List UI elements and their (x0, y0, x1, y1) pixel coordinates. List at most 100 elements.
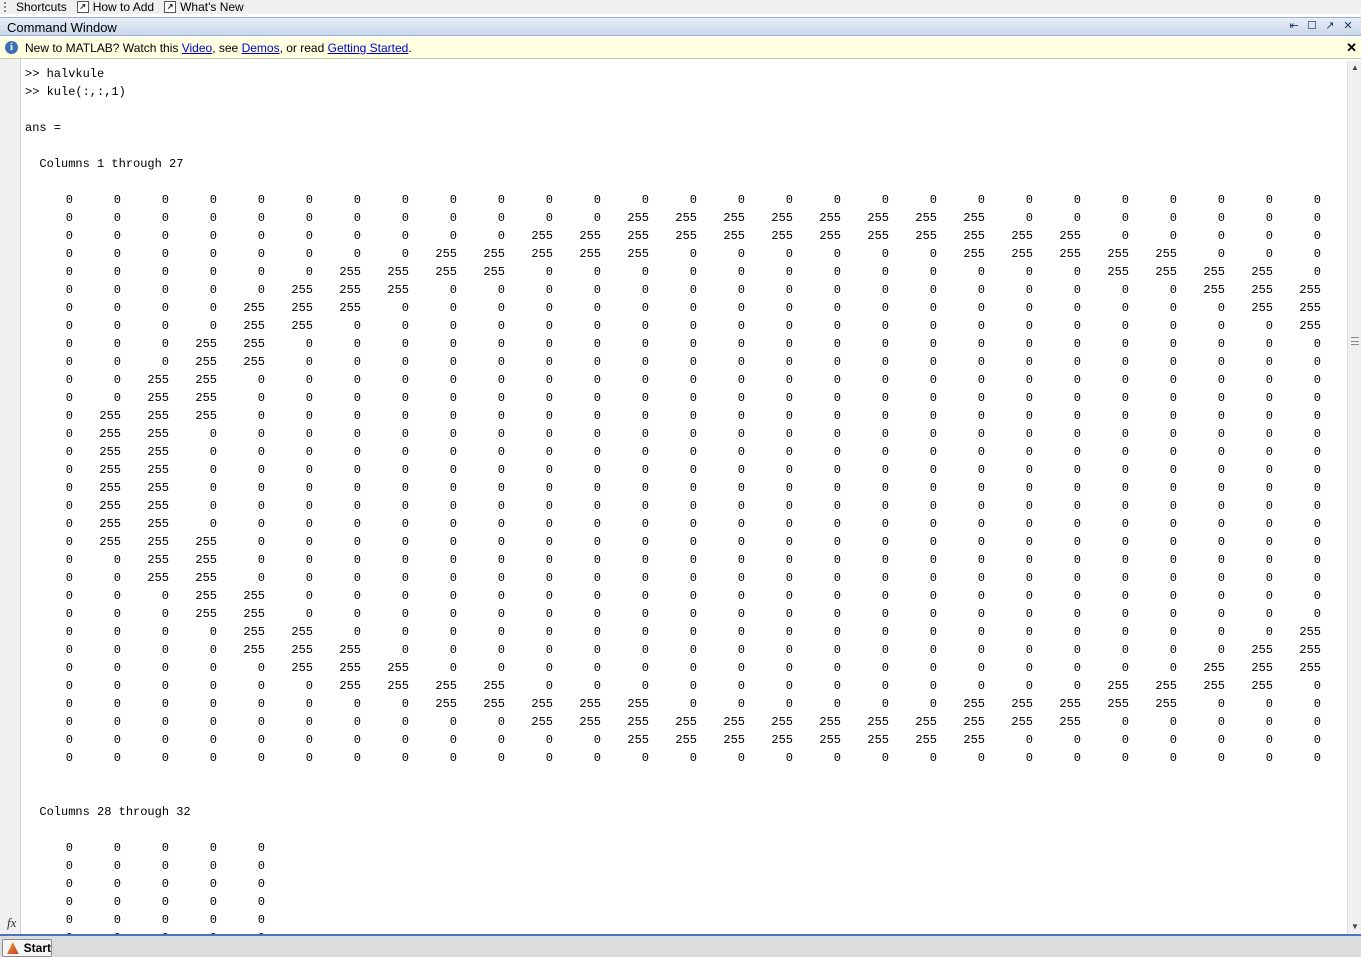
matrix-cell: 255 (723, 715, 745, 729)
matrix-cell: 0 (593, 391, 601, 405)
matrix-cell: 0 (545, 571, 553, 585)
matrix-cell: 0 (545, 427, 553, 441)
matrix-cell: 0 (737, 535, 745, 549)
matrix-cell: 0 (497, 409, 505, 423)
matrix-cell: 0 (785, 445, 793, 459)
matrix-cell: 255 (579, 697, 601, 711)
matrix-cell: 0 (1121, 373, 1129, 387)
matrix-cell: 0 (545, 391, 553, 405)
matrix-cell: 0 (257, 265, 265, 279)
matrix-cell: 0 (593, 301, 601, 315)
matrix-cell: 0 (209, 427, 217, 441)
matrix-cell: 255 (483, 265, 505, 279)
matrix-cell: 0 (305, 193, 313, 207)
matrix-cell: 255 (675, 211, 697, 225)
matrix-cell: 0 (833, 607, 841, 621)
matrix-cell: 0 (257, 553, 265, 567)
shortcuts-label-item[interactable]: Shortcuts (16, 0, 67, 14)
matrix-cell: 0 (1169, 481, 1177, 495)
shortcut-how-to-add[interactable]: ↗ How to Add (76, 0, 155, 14)
matrix-cell: 0 (113, 211, 121, 225)
matrix-cell: 0 (545, 535, 553, 549)
matrix-cell: 0 (833, 319, 841, 333)
matrix-cell: 0 (1073, 391, 1081, 405)
undock-icon[interactable]: ↗ (1321, 19, 1339, 34)
matrix-cell: 0 (257, 517, 265, 531)
video-link[interactable]: Video (182, 41, 212, 55)
matrix-cell: 0 (689, 391, 697, 405)
shortcuts-toolbar: Shortcuts ↗ How to Add ↗ What's New (0, 0, 1361, 14)
start-button[interactable]: Start (2, 939, 52, 957)
matrix-cell: 0 (689, 643, 697, 657)
matrix-cell: 0 (1169, 283, 1177, 297)
matrix-cell: 255 (1011, 697, 1033, 711)
matrix-cell: 0 (449, 733, 457, 747)
close-icon[interactable]: ✕ (1339, 19, 1357, 34)
matrix-cell: 0 (401, 247, 409, 261)
matrix-cell: 0 (1313, 589, 1321, 603)
command-output[interactable]: >> halvkule >> kule(:,:,1) ans = Columns… (25, 65, 1345, 934)
maximize-icon[interactable]: ☐ (1303, 19, 1321, 34)
matrix-cell: 0 (1169, 229, 1177, 243)
toolbar-grip[interactable] (4, 2, 10, 12)
matrix-row: 0 0 0 0 0 0 0 0 0 0 0 0 255 255 255 255 255 255 255 255 0 0 0 0… (25, 209, 1345, 227)
matrix-cell: 0 (593, 427, 601, 441)
matrix-cell: 0 (65, 841, 73, 855)
matrix-cell: 0 (1217, 337, 1225, 351)
getting-started-link[interactable]: Getting Started (328, 41, 409, 55)
matrix-cell: 255 (675, 733, 697, 747)
matrix-cell: 0 (113, 193, 121, 207)
matrix-cell: 255 (147, 571, 169, 585)
matrix-cell: 255 (291, 319, 313, 333)
matrix-cell: 0 (113, 895, 121, 909)
matrix-cell: 0 (449, 751, 457, 765)
matrix-cell: 0 (161, 715, 169, 729)
matrix-cell: 255 (483, 247, 505, 261)
matrix-cell: 0 (113, 733, 121, 747)
matrix-cell: 0 (1025, 211, 1033, 225)
matrix-cell: 0 (209, 247, 217, 261)
matrix-row: 0 255 255 0 0 0 0 0 0 0 0 0 0 0 0 0 0 0 0 0 0 0 0 0 0 0 0 (25, 497, 1345, 515)
matrix-cell: 0 (833, 427, 841, 441)
matrix-cell: 255 (1059, 715, 1081, 729)
matrix-cell: 255 (147, 535, 169, 549)
demos-link[interactable]: Demos (242, 41, 280, 55)
matrix-cell: 0 (737, 661, 745, 675)
dock-icon[interactable]: ⇤ (1285, 19, 1303, 34)
matrix-cell: 255 (99, 517, 121, 531)
close-icon[interactable]: ✕ (1346, 40, 1357, 56)
matrix-cell: 255 (147, 499, 169, 513)
matrix-cell: 0 (1265, 499, 1273, 513)
matrix-cell: 0 (1169, 607, 1177, 621)
matrix-cell: 0 (1121, 337, 1129, 351)
matrix-cell: 0 (929, 607, 937, 621)
scroll-down-icon[interactable]: ▼ (1350, 922, 1360, 932)
matrix-cell: 0 (113, 679, 121, 693)
matrix-cell: 0 (1025, 481, 1033, 495)
matrix-row: 0 0 0 0 0 0 0 0 255 255 255 255 255 0 0 0 0 0 0 255 255 255 25… (25, 245, 1345, 263)
matrix-cell: 0 (1121, 445, 1129, 459)
matrix-cell: 255 (195, 535, 217, 549)
matrix-cell: 255 (819, 715, 841, 729)
scroll-up-icon[interactable]: ▲ (1350, 63, 1360, 73)
matrix-cell: 0 (209, 481, 217, 495)
matrix-row: 0 0 0 0 0 0 0 0 0 0 255 255 255 255 255 255 255 255 255 255… (25, 713, 1345, 731)
matrix-cell: 0 (737, 373, 745, 387)
matrix-cell: 0 (209, 229, 217, 243)
matrix-cell: 0 (785, 481, 793, 495)
matrix-cell: 0 (929, 337, 937, 351)
matrix-cell: 0 (257, 697, 265, 711)
matrix-row: 0 255 255 255 0 0 0 0 0 0 0 0 0 0 0 0 0 0 0 0 0 0 0 0 0 0 0 (25, 533, 1345, 551)
matrix-cell: 0 (833, 553, 841, 567)
matrix-cell: 0 (113, 373, 121, 387)
matrix-cell: 0 (1313, 373, 1321, 387)
matrix-cell: 0 (833, 373, 841, 387)
matrix-cell: 0 (545, 265, 553, 279)
shortcut-whats-new[interactable]: ↗ What's New (164, 0, 244, 14)
scroll-thumb-grip[interactable] (1351, 337, 1359, 345)
function-browser-icon[interactable]: fx (7, 915, 16, 931)
matrix-cell: 0 (689, 445, 697, 459)
matrix-cell: 0 (1025, 643, 1033, 657)
vertical-scrollbar[interactable]: ▲ ▼ (1347, 61, 1361, 934)
shortcut-how-to-add-label: How to Add (92, 0, 155, 14)
